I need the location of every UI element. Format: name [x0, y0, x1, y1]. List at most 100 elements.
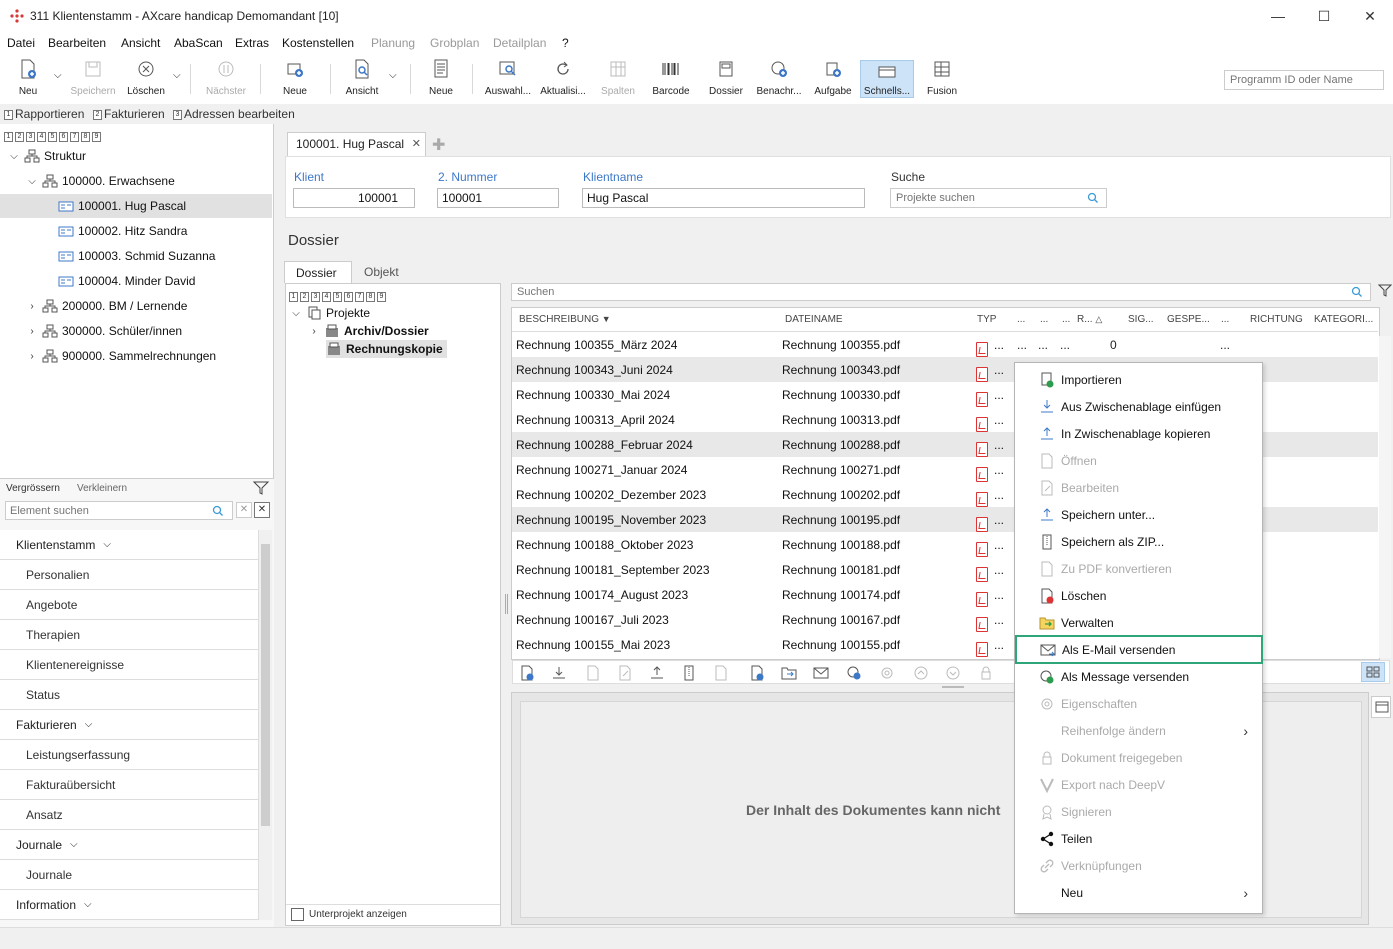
tree-item-hug-pascal[interactable]: 100001. Hug Pascal — [0, 194, 272, 218]
col-richtung[interactable]: RICHTUNG — [1250, 314, 1303, 325]
ctx-item-in-zwischenablage-kopieren[interactable]: In Zwischenablage kopieren — [1015, 420, 1262, 447]
ctx-item-als-e-mail-versenden[interactable]: Als E-Mail versenden — [1015, 635, 1263, 664]
columns-button[interactable]: Spalten — [598, 58, 638, 102]
table-row[interactable]: Rechnung 100355_März 2024 Rechnung 100355… — [512, 332, 1378, 357]
chevron-down-icon[interactable]: ⌵ — [290, 308, 302, 319]
zip-icon[interactable] — [681, 665, 697, 681]
menu-abascan[interactable]: AbaScan — [174, 36, 223, 50]
new-record-button[interactable]: Neue — [278, 58, 312, 102]
tree-item-schmid-suzanna[interactable]: 100003. Schmid Suzanna — [58, 244, 272, 268]
project-root[interactable]: ⌵ Projekte — [290, 304, 370, 322]
message-icon[interactable] — [846, 665, 862, 681]
ctx-item-neu[interactable]: Neu › — [1015, 879, 1262, 906]
close-button[interactable]: ✕ — [1347, 0, 1393, 32]
selection-button[interactable]: Auswahl... — [484, 58, 532, 102]
nav-item-klientenereignisse[interactable]: Klientenereignisse — [0, 650, 258, 680]
refresh-button[interactable]: Aktualisi... — [538, 58, 588, 102]
open-icon[interactable] — [585, 665, 601, 681]
ctx-item-löschen[interactable]: Löschen — [1015, 582, 1262, 609]
download-icon[interactable] — [551, 665, 567, 681]
tree-root-struktur[interactable]: ⌵ Struktur — [8, 144, 272, 168]
clear-search-button[interactable]: ✕ — [236, 502, 252, 518]
add-document-icon[interactable] — [519, 665, 535, 681]
maximize-button[interactable]: ☐ — [1301, 0, 1347, 32]
barcode-button[interactable]: Barcode — [650, 58, 692, 102]
ctx-item-signieren[interactable]: Signieren — [1015, 798, 1262, 825]
project-rechnungskopie[interactable]: Rechnungskopie — [326, 340, 447, 358]
view-dropdown-icon[interactable]: ⌵ — [389, 70, 397, 81]
unterprojekt-checkbox[interactable] — [291, 908, 304, 921]
col-extra-1[interactable]: ... — [1017, 314, 1025, 325]
program-id-input[interactable] — [1224, 70, 1384, 90]
menu-planung[interactable]: Planung — [371, 36, 415, 50]
tree-item-bm-lernende[interactable]: › 200000. BM / Lernende — [26, 294, 272, 318]
nav-section-information[interactable]: Information ⌵ — [0, 890, 258, 920]
col-typ[interactable]: TYP — [977, 314, 996, 325]
nav-section-journale[interactable]: Journale ⌵ — [0, 830, 258, 860]
nummer-field[interactable]: 100001 — [437, 188, 559, 208]
minimize-button[interactable]: — — [1255, 0, 1301, 32]
nav-item-journale[interactable]: Journale — [0, 860, 258, 890]
ctx-item-reihenfolge-ändern[interactable]: Reihenfolge ändern › — [1015, 717, 1262, 744]
chevron-down-icon[interactable]: ⌵ — [8, 151, 20, 162]
ctx-item-als-message-versenden[interactable]: Als Message versenden — [1015, 663, 1262, 690]
filter-icon[interactable] — [1378, 284, 1392, 298]
fusion-button[interactable]: Fusion — [922, 58, 962, 102]
notification-button[interactable]: Benachr... — [754, 58, 804, 102]
settings-icon[interactable] — [879, 665, 895, 681]
menu-help[interactable]: ? — [562, 36, 569, 50]
menu-detailplan[interactable]: Detailplan — [493, 36, 546, 50]
ctx-item-teilen[interactable]: Teilen — [1015, 825, 1262, 852]
zoom-out-link[interactable]: Verkleinern — [77, 483, 127, 494]
menu-grobplan[interactable]: Grobplan — [430, 36, 479, 50]
projekte-search-input[interactable] — [890, 188, 1107, 208]
nav-item-status[interactable]: Status — [0, 680, 258, 710]
col-kategori[interactable]: KATEGORI... — [1314, 314, 1373, 325]
ctx-item-öffnen[interactable]: Öffnen — [1015, 447, 1262, 474]
tab-objekt[interactable]: Objekt — [364, 265, 399, 279]
project-archiv[interactable]: › Archiv/Dossier — [308, 322, 428, 340]
nav-item-fakturauebersicht[interactable]: Fakturaübersicht — [0, 770, 258, 800]
quick-search-button[interactable]: Schnells... — [860, 60, 914, 98]
quick-rapportieren[interactable]: 1 Rapportieren — [4, 107, 84, 121]
nav-item-therapien[interactable]: Therapien — [0, 620, 258, 650]
col-r[interactable]: R... △ — [1077, 314, 1102, 325]
tree-item-hitz-sandra[interactable]: 100002. Hitz Sandra — [58, 219, 272, 243]
delete-dropdown-icon[interactable]: ⌵ — [173, 70, 181, 81]
grid-search-input[interactable] — [512, 284, 1312, 300]
manage-icon[interactable] — [781, 665, 797, 681]
ctx-item-aus-zwischenablage-einfügen[interactable]: Aus Zwischenablage einfügen — [1015, 393, 1262, 420]
menu-kostenstellen[interactable]: Kostenstellen — [282, 36, 354, 50]
tree-item-minder-david[interactable]: 100004. Minder David — [58, 269, 272, 293]
delete-icon[interactable] — [749, 665, 765, 681]
col-sig[interactable]: SIG... — [1128, 314, 1154, 325]
ctx-item-export-nach-deepv[interactable]: Export nach DeepV — [1015, 771, 1262, 798]
edit-icon[interactable] — [617, 665, 633, 681]
vertical-splitter[interactable] — [505, 594, 508, 614]
nav-item-leistungserfassung[interactable]: Leistungserfassung — [0, 740, 258, 770]
dossier-button[interactable]: Dossier — [706, 58, 746, 102]
chevron-right-icon[interactable]: › — [308, 326, 320, 337]
new-button[interactable]: Neu — [12, 58, 44, 102]
ctx-item-bearbeiten[interactable]: Bearbeiten — [1015, 474, 1262, 501]
filter-icon[interactable] — [253, 481, 269, 495]
nav-section-fakturieren[interactable]: Fakturieren ⌵ — [0, 710, 258, 740]
ctx-item-verwalten[interactable]: Verwalten — [1015, 609, 1262, 636]
preview-side-button[interactable] — [1371, 696, 1391, 718]
menu-bearbeiten[interactable]: Bearbeiten — [48, 36, 106, 50]
col-beschreibung[interactable]: BESCHREIBUNG ▼ — [519, 314, 611, 325]
pdf-convert-icon[interactable] — [713, 665, 729, 681]
tree-item-sammelrechnungen[interactable]: › 900000. Sammelrechnungen — [26, 344, 272, 368]
next-button[interactable]: Nächster — [203, 58, 249, 102]
delete-button[interactable]: Löschen — [124, 58, 168, 102]
chevron-down-icon[interactable]: ⌵ — [26, 176, 38, 187]
nav-scrollbar[interactable] — [258, 530, 272, 920]
ctx-item-eigenschaften[interactable]: Eigenschaften — [1015, 690, 1262, 717]
tab-hug-pascal[interactable]: 100001. Hug Pascal ✕ — [287, 132, 426, 156]
zoom-in-link[interactable]: Vergrössern — [6, 483, 60, 494]
move-up-icon[interactable] — [913, 665, 929, 681]
grid-search-box[interactable] — [511, 283, 1371, 301]
grid-scrollbar[interactable] — [1379, 336, 1391, 658]
menu-ansicht[interactable]: Ansicht — [121, 36, 160, 50]
nav-section-klientenstamm[interactable]: Klientenstamm ⌵ — [0, 530, 258, 560]
